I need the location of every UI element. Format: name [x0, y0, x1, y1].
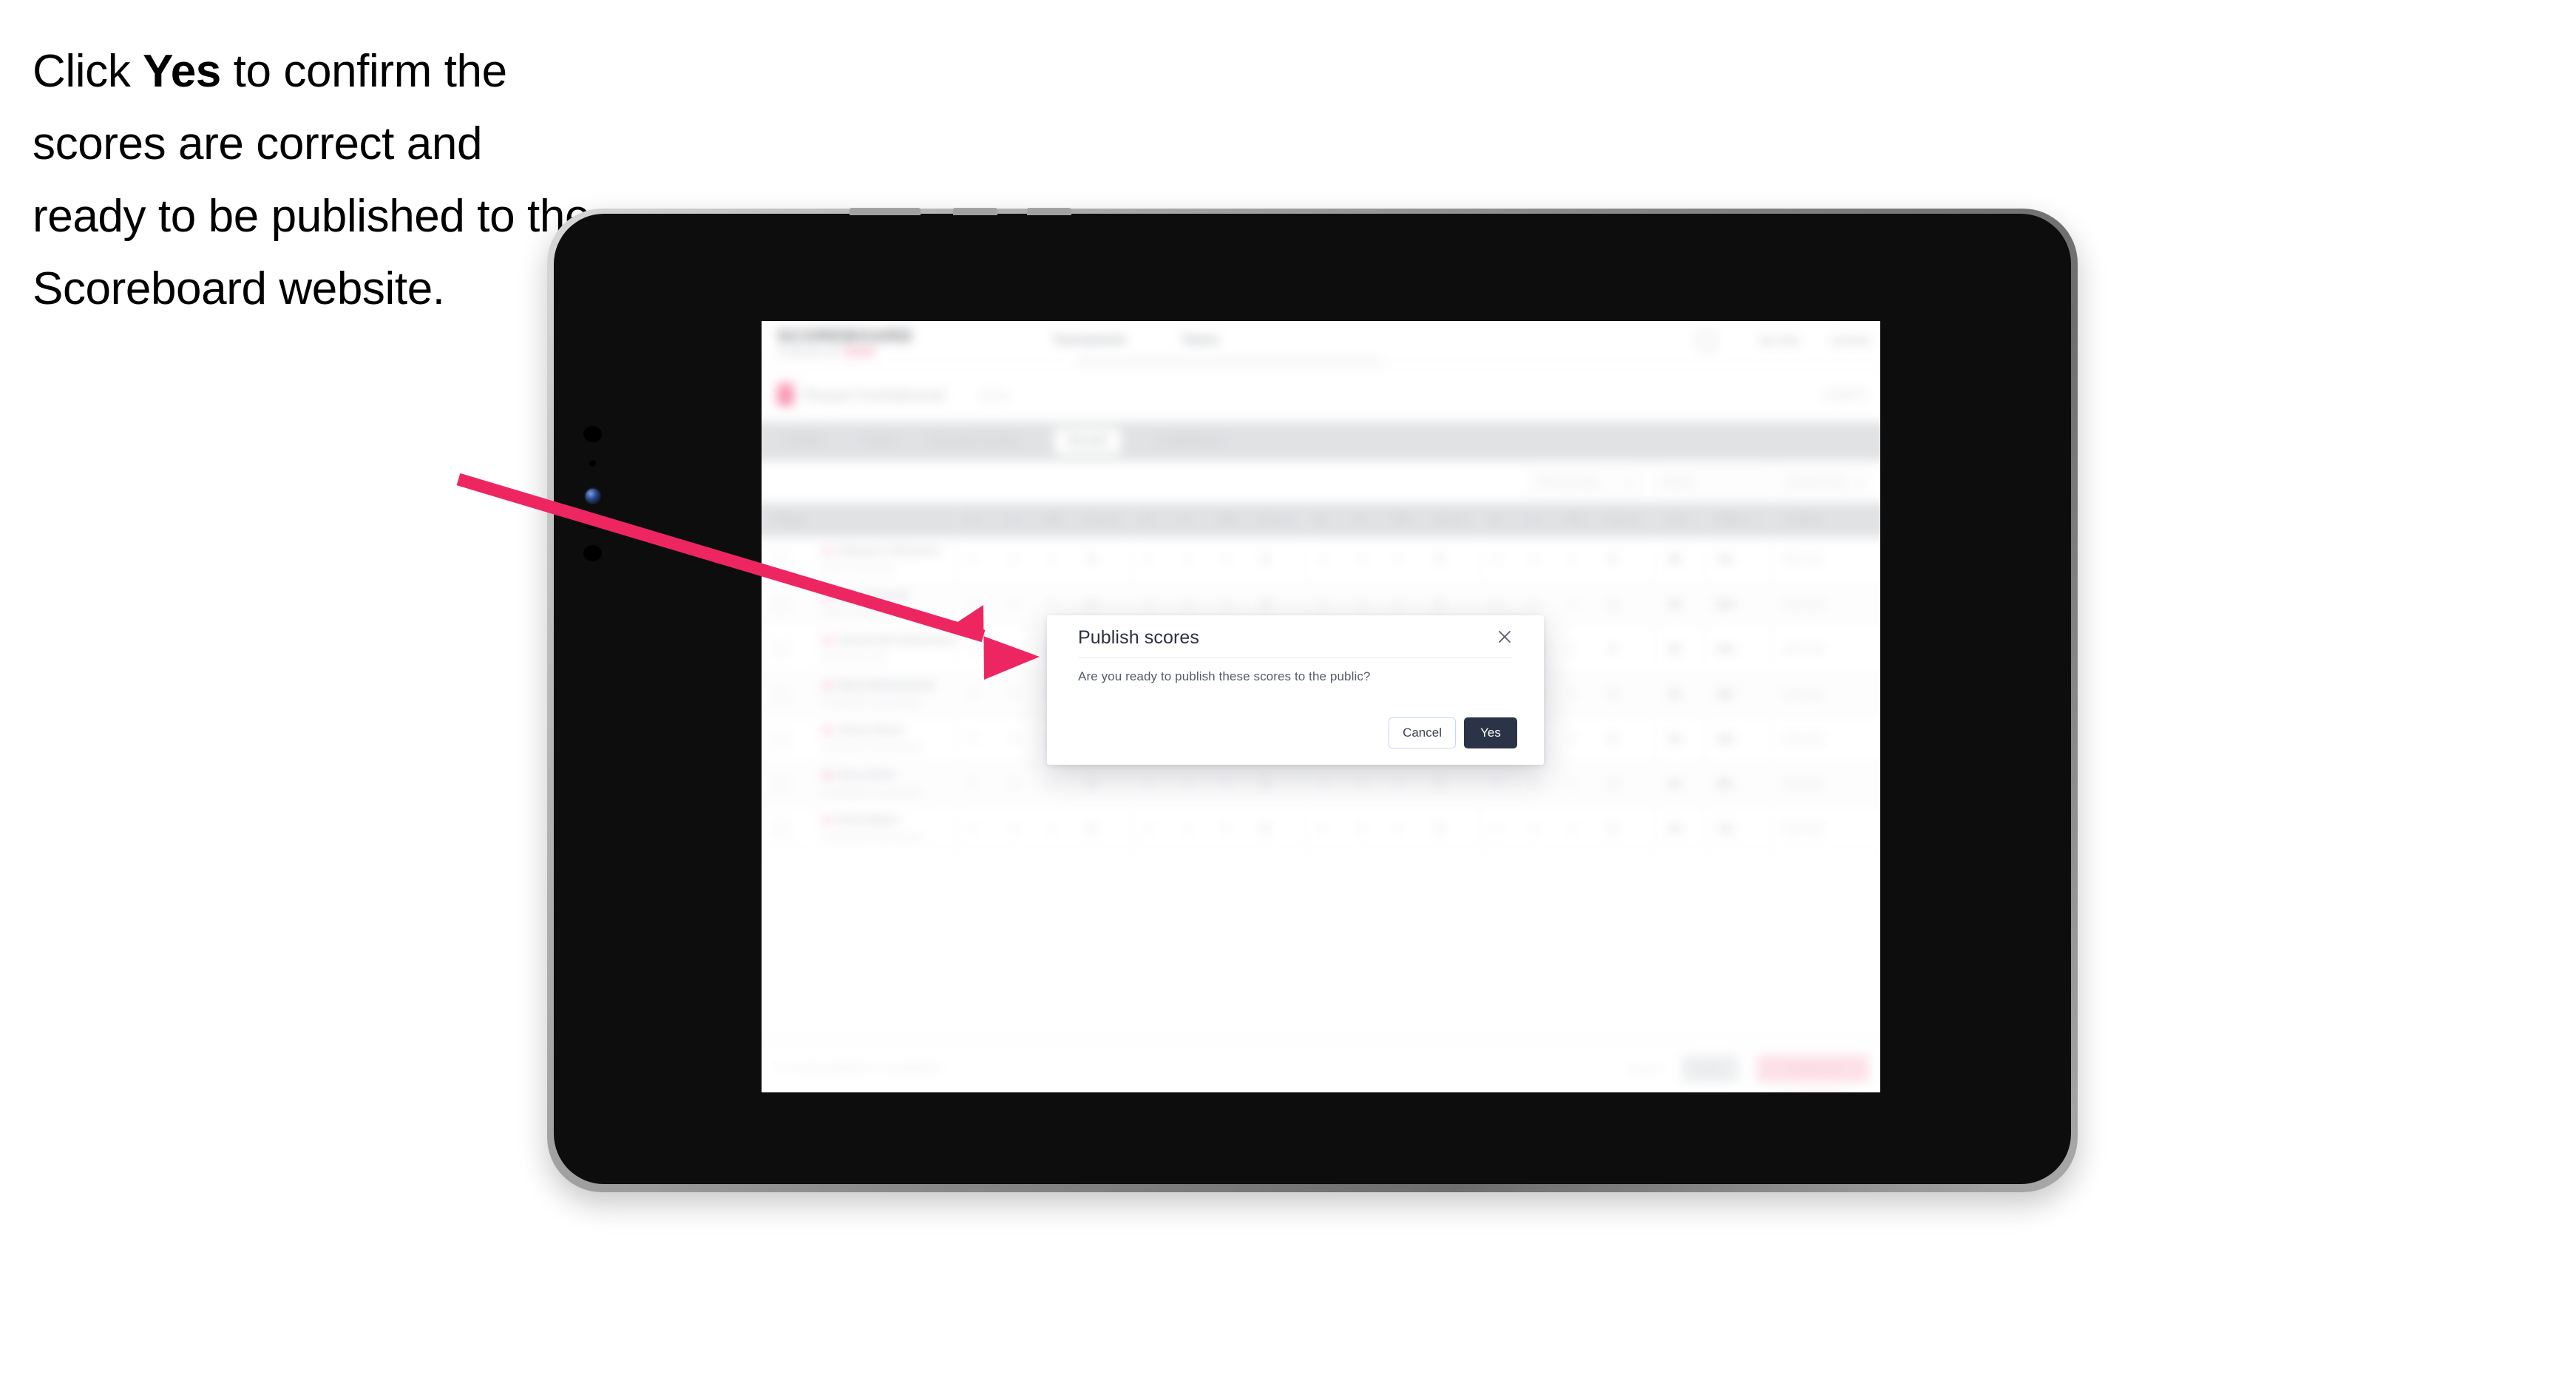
microphone-dot-icon: [583, 513, 602, 529]
close-icon[interactable]: [1492, 624, 1517, 649]
publish-scores-dialog: Publish scores Are you ready to publish …: [1047, 615, 1544, 765]
sensor-dot-icon: [589, 460, 596, 467]
caption-before: Click: [33, 46, 143, 97]
caption-emphasis: Yes: [143, 46, 221, 97]
dialog-header: Publish scores: [1047, 615, 1544, 658]
dialog-title: Publish scores: [1078, 627, 1199, 648]
dialog-message: Are you ready to publish these scores to…: [1078, 669, 1371, 683]
front-camera-icon: [586, 489, 600, 503]
confirm-yes-button[interactable]: Yes: [1464, 717, 1517, 748]
instruction-caption: Click Yes to confirm the scores are corr…: [33, 36, 594, 325]
device-button-nub-1[interactable]: [850, 208, 921, 215]
dialog-actions: Cancel Yes: [1389, 717, 1517, 748]
speaker-dot-icon: [583, 426, 602, 442]
cancel-button[interactable]: Cancel: [1389, 717, 1456, 748]
device-button-nub-2[interactable]: [953, 208, 997, 215]
dialog-divider: [1078, 657, 1513, 658]
device-button-nub-3[interactable]: [1027, 208, 1071, 215]
ambient-dot-icon: [583, 545, 602, 561]
